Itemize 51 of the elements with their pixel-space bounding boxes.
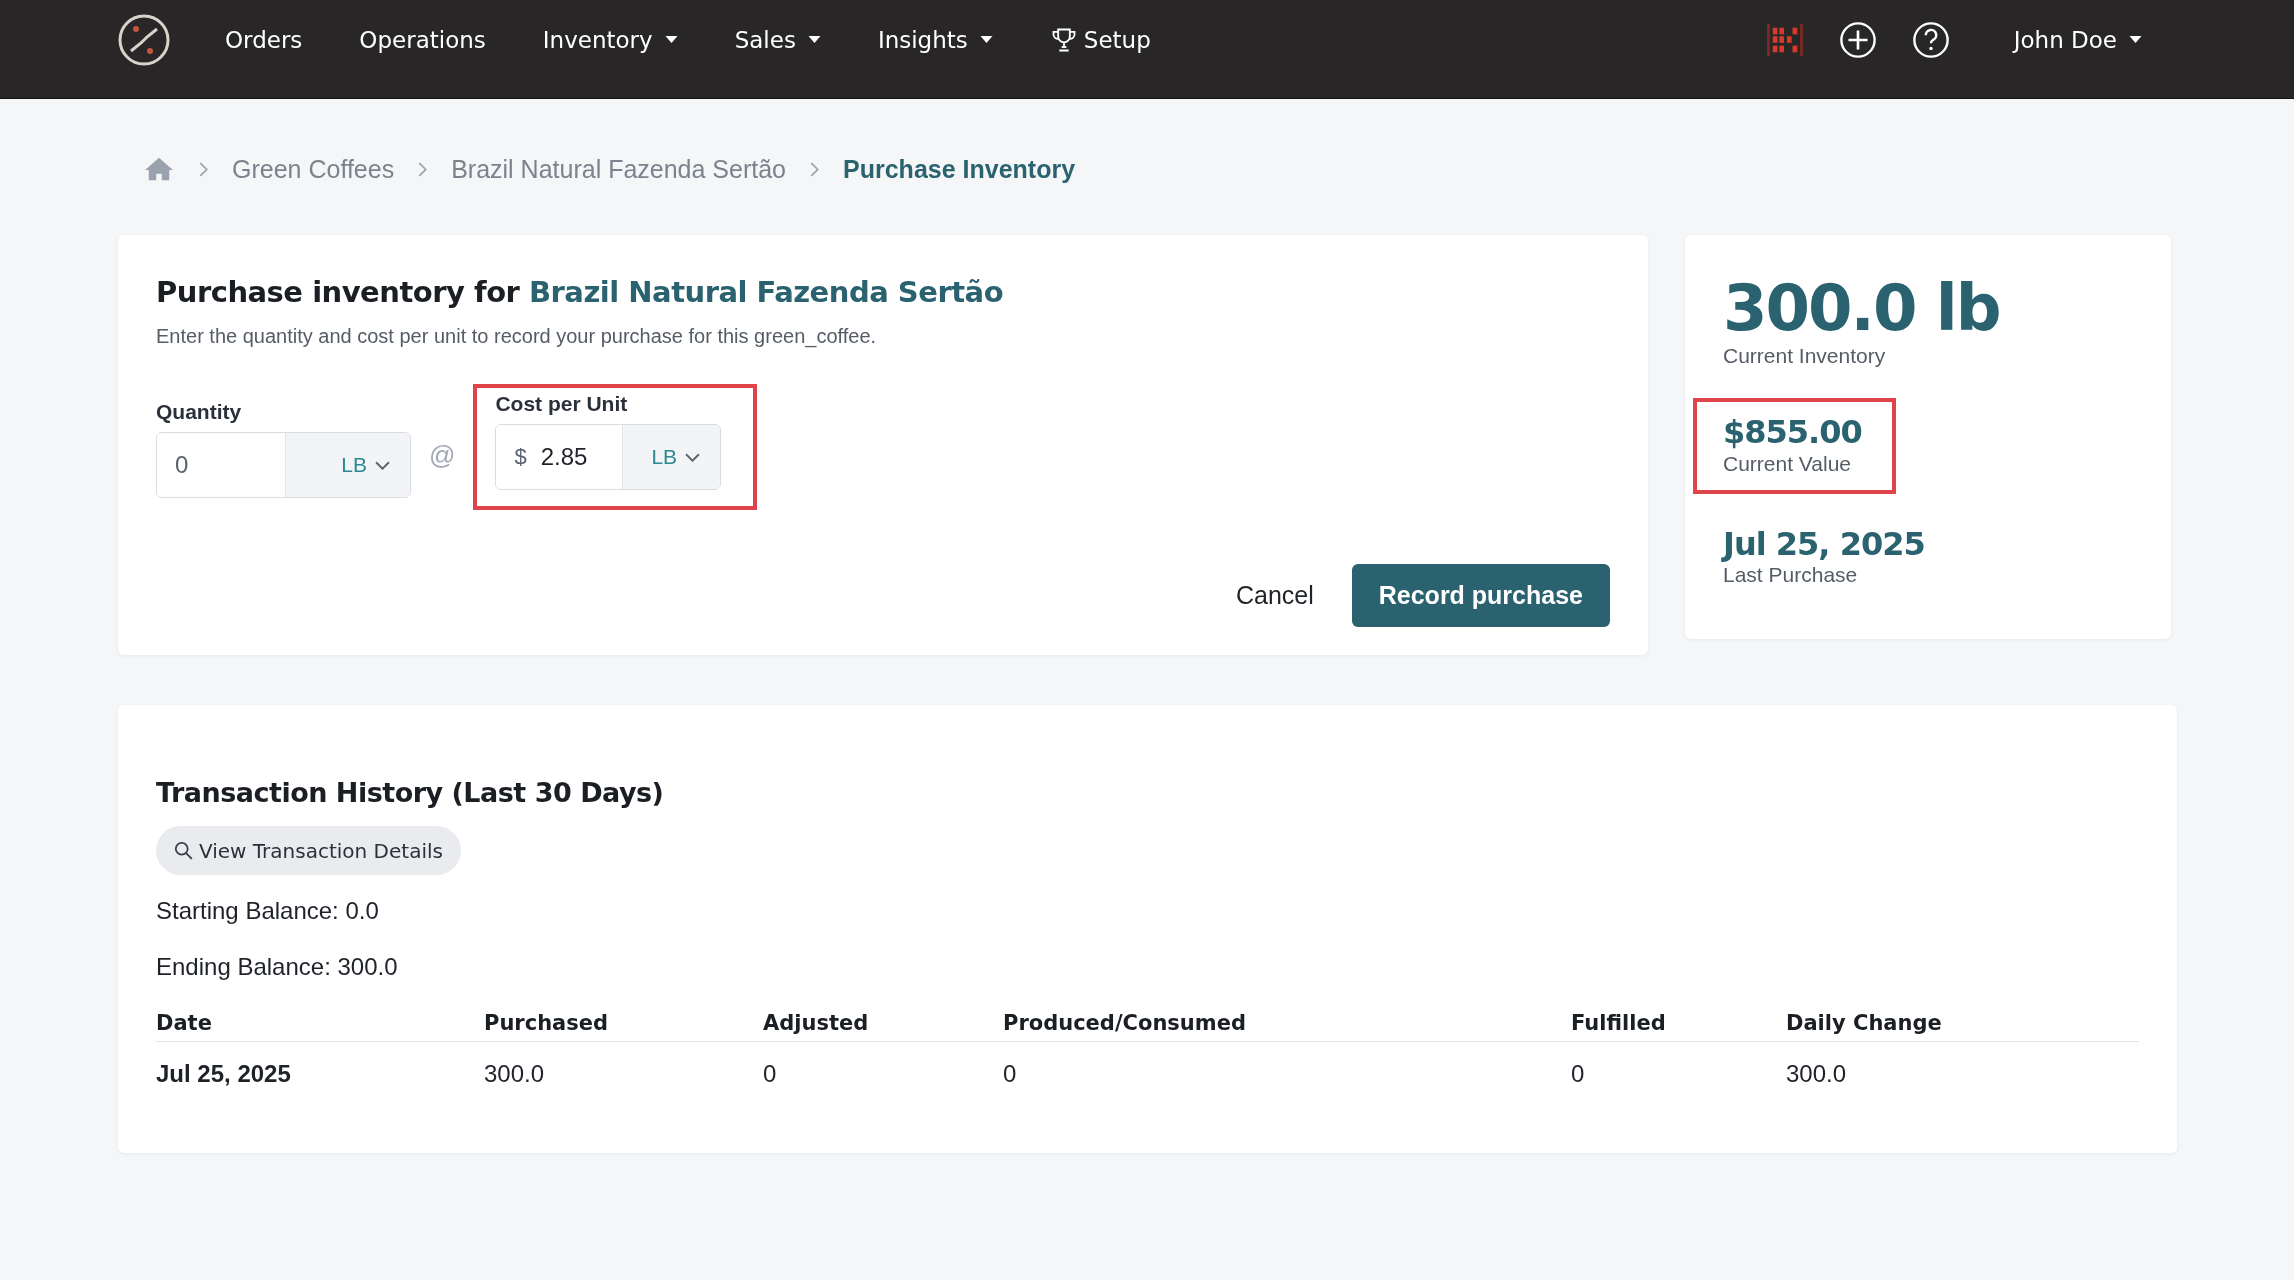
- logo-icon[interactable]: [117, 13, 171, 67]
- view-details-button[interactable]: View Transaction Details: [156, 826, 461, 875]
- field-label: Quantity: [156, 400, 243, 424]
- column-header: Fulfilled: [1571, 1011, 1667, 1035]
- ending-balance: Ending Balance: 300.0: [156, 953, 399, 981]
- column-header: Adjusted: [763, 1011, 870, 1035]
- stat-label: Last Purchase: [1723, 563, 1859, 588]
- nav-link[interactable]: Inventory: [542, 27, 678, 53]
- chevron-right-icon: [199, 161, 208, 177]
- column-header: Date: [156, 1011, 213, 1035]
- form-description: Enter the quantity and cost per unit to record your purchase for this green_coffee.: [156, 325, 878, 348]
- add-icon[interactable]: [1838, 21, 1877, 59]
- help-icon[interactable]: [1911, 21, 1950, 59]
- table-cell-text: 0: [763, 1060, 778, 1088]
- section-title: Transaction History (Last 30 Days): [156, 777, 665, 808]
- stat-label: Current Inventory: [1723, 344, 1887, 369]
- chevron-right-icon: [418, 161, 428, 177]
- record-purchase-button[interactable]: Record purchase: [1351, 564, 1610, 627]
- breadcrumb-link[interactable]: Purchase Inventory: [843, 154, 1076, 184]
- at-sign: @: [429, 440, 456, 471]
- column-header: Daily Change: [1786, 1011, 1943, 1035]
- column-header: Purchased: [484, 1011, 610, 1035]
- table-cell-text: 300.0: [484, 1060, 546, 1088]
- stat-label: Current Value: [1723, 451, 1852, 476]
- chevron-right-icon: [810, 161, 820, 177]
- breadcrumb-link[interactable]: Brazil Natural Fazenda Sertão: [451, 154, 787, 184]
- table-cell-text: 0: [1003, 1060, 1018, 1088]
- caret-icon: [664, 36, 678, 44]
- nav-link[interactable]: Setup: [1049, 26, 1151, 54]
- starting-balance: Starting Balance: 0.0: [156, 897, 380, 925]
- nav-link[interactable]: Insights: [877, 27, 993, 53]
- table-cell-text: 300.0: [1786, 1060, 1848, 1088]
- search-icon: [174, 841, 193, 860]
- stat-value: $855.00: [1723, 416, 1862, 450]
- form-title: Purchase inventory for Brazil Natural Fazenda Sertão: [156, 275, 1005, 309]
- breadcrumb-link[interactable]: Green Coffees: [232, 154, 395, 184]
- nav-link[interactable]: Operations: [359, 27, 486, 53]
- column-header: Produced/Consumed: [1003, 1011, 1247, 1035]
- table-cell-text: 0: [1571, 1060, 1586, 1088]
- table-cell-text: Jul 25, 2025: [156, 1060, 292, 1088]
- field-label: Cost per Unit: [495, 392, 629, 416]
- caret-icon: [807, 36, 821, 44]
- stat-value: Jul 25, 2025: [1723, 527, 1925, 562]
- caret-icon: [979, 36, 993, 44]
- cancel-button[interactable]: Cancel: [1229, 580, 1320, 611]
- caret-icon: [2129, 36, 2142, 44]
- nav-link[interactable]: Sales: [734, 27, 821, 53]
- abacus-icon[interactable]: [1765, 23, 1804, 57]
- stat-value: 300.0 lb: [1723, 275, 2000, 343]
- nav-link[interactable]: Orders: [225, 27, 303, 53]
- user-menu[interactable]: John Doe: [2013, 27, 2142, 53]
